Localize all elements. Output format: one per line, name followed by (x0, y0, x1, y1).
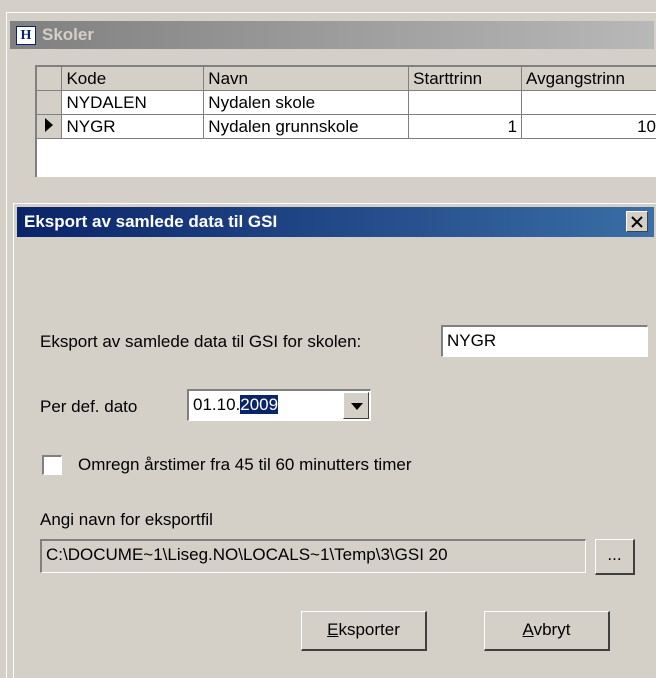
close-button[interactable] (626, 211, 648, 232)
date-dropdown[interactable]: 01.10.2009 (187, 389, 371, 421)
schools-grid[interactable]: Kode Navn Starttrinn Avgangstrinn NYDALE… (35, 65, 656, 177)
dialog-titlebar[interactable]: Eksport av samlede data til GSI (17, 207, 654, 237)
schools-window-title: Skoler (42, 25, 94, 44)
browse-button-label: ... (607, 545, 622, 564)
column-header-starttrinn[interactable]: Starttrinn (408, 67, 523, 91)
cell-navn[interactable]: Nydalen grunnskole (203, 114, 410, 139)
export-button-label: ksporter (338, 620, 400, 639)
cancel-button-label: vbryt (533, 620, 571, 639)
file-name-label: Angi navn for eksportfil (40, 510, 213, 529)
dialog-title: Eksport av samlede data til GSI (24, 212, 278, 231)
close-icon (631, 216, 643, 228)
export-file-path-field[interactable]: C:\DOCUME~1\Liseg.NO\LOCALS~1\Temp\3\GSI… (40, 539, 586, 573)
export-button[interactable]: Eksporter (301, 611, 427, 651)
date-selected-year: 2009 (240, 395, 279, 414)
school-code-value: NYGR (447, 331, 497, 350)
cell-avgangstrinn[interactable]: 10 (521, 114, 656, 139)
cancel-button-mnemonic: A (522, 620, 534, 639)
convert-hours-checkbox[interactable] (42, 455, 62, 475)
column-header-navn[interactable]: Navn (203, 67, 410, 91)
schools-window-titlebar[interactable]: H Skoler (10, 21, 654, 49)
convert-hours-label[interactable]: Omregn årstimer fra 45 til 60 minutters … (78, 455, 411, 475)
table-row[interactable]: NYDALEN Nydalen skole (37, 90, 656, 115)
export-button-mnemonic: E (327, 620, 339, 639)
chevron-down-icon (351, 403, 363, 410)
column-header-kode[interactable]: Kode (61, 67, 205, 91)
column-header-avgangstrinn[interactable]: Avgangstrinn (521, 67, 656, 91)
export-dialog: Eksport av samlede data til GSI Eksport … (13, 203, 656, 678)
date-value: 01.10. (193, 395, 241, 414)
cell-kode[interactable]: NYGR (61, 114, 205, 139)
app-icon: H (16, 26, 36, 45)
date-dropdown-button[interactable] (343, 392, 369, 419)
cell-starttrinn[interactable] (408, 90, 523, 115)
grid-corner (37, 67, 63, 91)
cell-navn[interactable]: Nydalen skole (203, 90, 410, 115)
date-label: Per def. dato (40, 397, 138, 416)
row-indicator (37, 114, 63, 139)
school-label: Eksport av samlede data til GSI for skol… (40, 332, 362, 351)
cell-kode[interactable]: NYDALEN (61, 90, 205, 115)
school-code-field[interactable]: NYGR (441, 325, 648, 357)
browse-button[interactable]: ... (595, 539, 635, 575)
row-indicator (37, 90, 63, 115)
cell-starttrinn[interactable]: 1 (408, 114, 523, 139)
cancel-button[interactable]: Avbryt (484, 611, 610, 651)
cell-avgangstrinn[interactable] (521, 90, 656, 115)
export-file-path-value: C:\DOCUME~1\Liseg.NO\LOCALS~1\Temp\3\GSI… (46, 545, 448, 564)
grid-header-row: Kode Navn Starttrinn Avgangstrinn (37, 67, 656, 91)
table-row[interactable]: NYGR Nydalen grunnskole 1 10 (37, 114, 656, 139)
current-row-arrow-icon (45, 117, 54, 132)
